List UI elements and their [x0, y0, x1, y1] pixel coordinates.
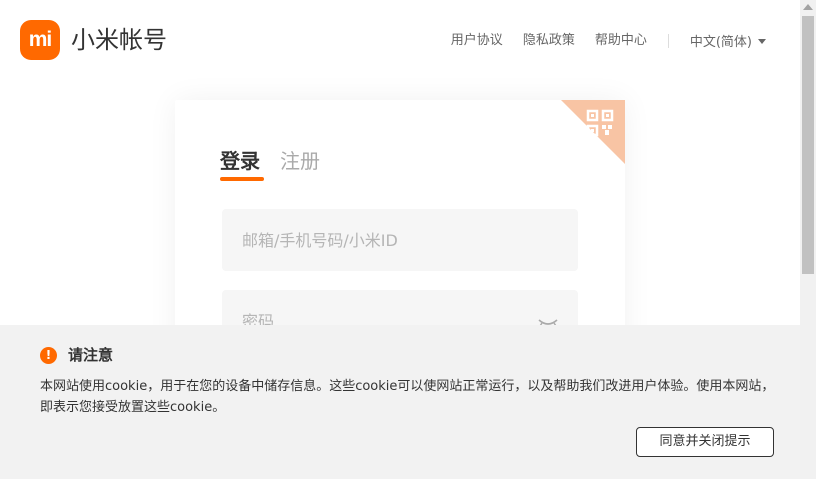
- tab-register[interactable]: 注册: [280, 147, 320, 175]
- nav-user-agreement-link[interactable]: 用户协议: [451, 32, 503, 50]
- header: mi 小米帐号 用户协议 隐私政策 帮助中心 中文(简体): [0, 0, 800, 80]
- nav-divider: [667, 33, 669, 48]
- language-selector[interactable]: 中文(简体): [690, 31, 766, 50]
- cookie-notice: ! 请注意 本网站使用cookie，用于在您的设备中储存信息。这些cookie可…: [0, 325, 800, 479]
- language-label: 中文(简体): [689, 35, 752, 50]
- chevron-down-icon: [758, 38, 766, 44]
- cookie-notice-header: ! 请注意: [40, 345, 113, 365]
- tab-login[interactable]: 登录: [220, 147, 264, 181]
- vertical-scrollbar[interactable]: [800, 0, 816, 479]
- account-field-wrapper: [222, 209, 578, 271]
- cookie-notice-title: 请注意: [68, 346, 114, 364]
- account-input[interactable]: [222, 209, 578, 271]
- scroll-up-arrow-icon[interactable]: [803, 4, 813, 10]
- mi-logo[interactable]: mi: [20, 20, 60, 60]
- qr-login-toggle[interactable]: [561, 100, 625, 164]
- top-nav: 用户协议 隐私政策 帮助中心 中文(简体): [431, 31, 766, 50]
- nav-privacy-policy-link[interactable]: 隐私政策: [523, 32, 575, 50]
- scrollbar-thumb[interactable]: [802, 16, 814, 274]
- cookie-notice-text: 本网站使用cookie，用于在您的设备中储存信息。这些cookie可以使网站正常…: [40, 379, 775, 415]
- page-title: 小米帐号: [71, 26, 167, 54]
- nav-help-center-link[interactable]: 帮助中心: [595, 32, 647, 50]
- login-tabs: 登录 注册: [220, 147, 340, 181]
- warning-icon: !: [40, 346, 57, 364]
- qr-code-icon: [586, 109, 614, 137]
- accept-and-close-button[interactable]: 同意并关闭提示: [636, 427, 774, 457]
